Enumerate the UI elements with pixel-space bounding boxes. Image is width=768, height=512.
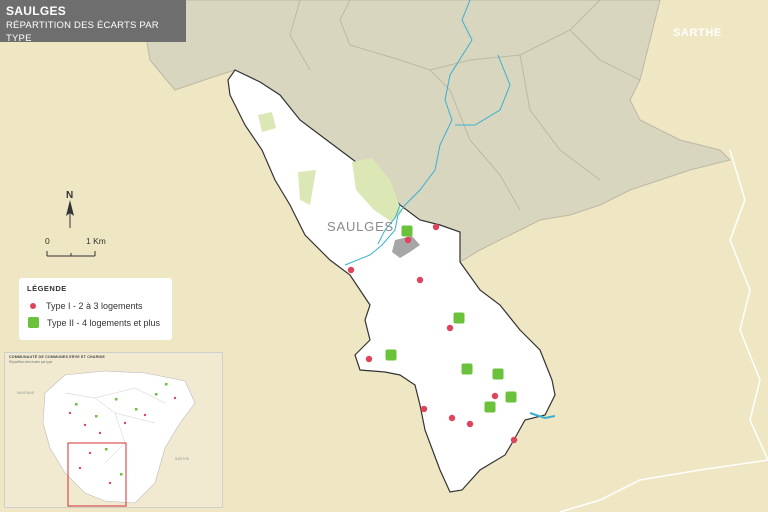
type2-marker — [453, 312, 465, 324]
scale-bar-graphic — [46, 251, 96, 257]
inset-locator-map: COMMUNAUTÉ DE COMMUNES ERVE ET CHARNIE R… — [4, 352, 223, 508]
legend-label-type2: Type II - 4 logements et plus — [47, 317, 161, 328]
legend-title: LÉGENDE — [27, 284, 67, 293]
type2-marker — [461, 363, 473, 375]
legend: LÉGENDE Type I - 2 à 3 logements Type II… — [19, 278, 172, 340]
type1-marker — [466, 420, 474, 428]
type1-marker — [510, 436, 518, 444]
title-box: SAULGES RÉPARTITION DES ÉCARTS PAR TYPE — [0, 0, 186, 44]
neighbor-communes-area — [139, 0, 731, 263]
type2-marker — [492, 368, 504, 380]
type1-marker — [416, 276, 424, 284]
inset-map-graphic — [5, 353, 222, 507]
legend-label-type1: Type I - 2 à 3 logements — [46, 300, 143, 311]
type2-marker — [505, 391, 517, 403]
legend-item-type2: Type II - 4 logements et plus — [27, 314, 164, 331]
inset-title: COMMUNAUTÉ DE COMMUNES ERVE ET CHARNIE — [9, 355, 105, 359]
inset-label-sarthe: SARTHE — [175, 457, 190, 461]
commune-label: SAULGES — [327, 219, 395, 234]
type1-marker — [365, 355, 373, 363]
legend-item-type1: Type I - 2 à 3 logements — [27, 297, 164, 314]
inset-subtitle: Répartition des écarts par type — [9, 360, 53, 364]
map-title: SAULGES — [6, 4, 67, 18]
type1-marker — [432, 223, 440, 231]
type1-marker — [446, 324, 454, 332]
type1-marker — [491, 392, 499, 400]
type2-marker — [385, 349, 397, 361]
green-square-icon — [28, 317, 39, 328]
type1-marker — [448, 414, 456, 422]
type2-marker — [401, 225, 413, 237]
type1-marker — [420, 405, 428, 413]
type1-marker — [347, 266, 355, 274]
department-label: SARTHE — [673, 27, 722, 39]
type2-marker — [484, 401, 496, 413]
scale-bar: 0 1 Km — [40, 236, 140, 260]
type1-marker — [404, 236, 412, 244]
map-subtitle: RÉPARTITION DES ÉCARTS PAR TYPE — [6, 20, 159, 44]
north-label: N — [66, 190, 74, 201]
inset-label-mayenne: MAYENNE — [17, 391, 35, 395]
map-stage: SAULGES RÉPARTITION DES ÉCARTS PAR TYPE … — [0, 0, 768, 512]
red-dot-icon — [30, 302, 36, 309]
